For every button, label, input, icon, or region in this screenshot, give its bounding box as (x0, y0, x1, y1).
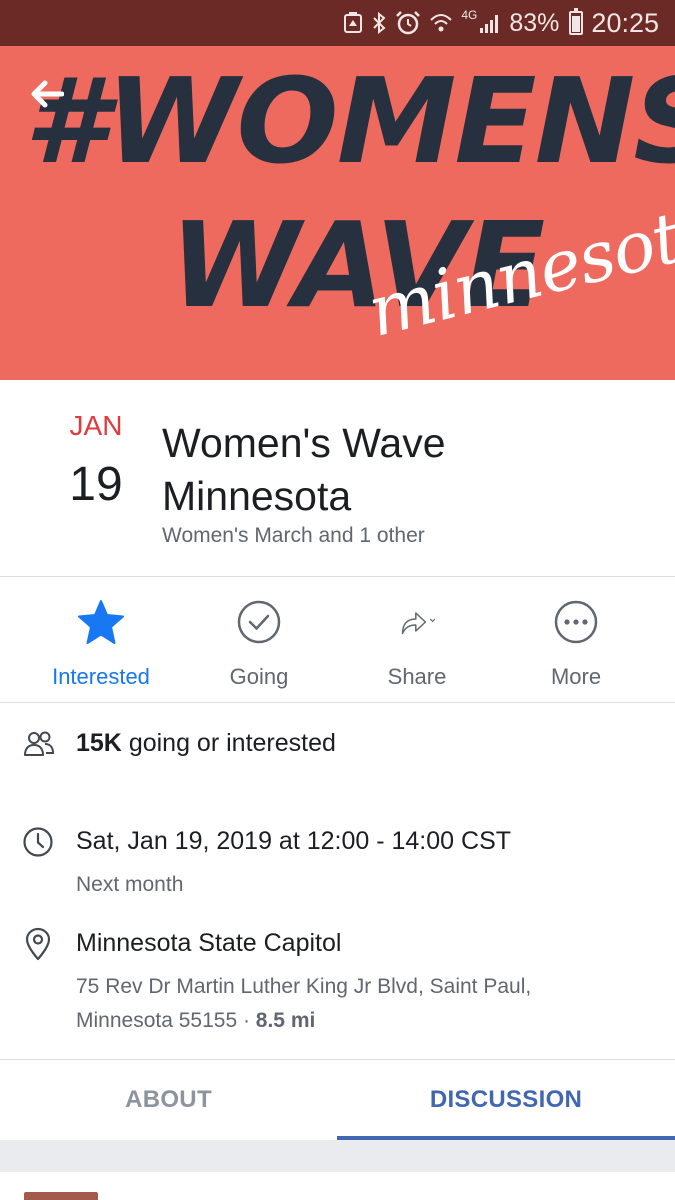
status-bar: 4G 83% 20:25 (0, 0, 675, 46)
people-icon (22, 727, 56, 761)
event-action-bar: Interested Going Share More (0, 578, 675, 702)
more-dots-icon (552, 598, 600, 646)
location-address-line2: Minnesota 55155 · 8.5 mi (76, 1004, 315, 1038)
tab-discussion[interactable]: DISCUSSION (337, 1060, 675, 1140)
location-address-text: Minnesota 55155 · (76, 1009, 256, 1032)
recycle-icon (343, 12, 363, 34)
more-button[interactable]: More (496, 578, 656, 702)
event-tabs: ABOUT DISCUSSION (0, 1060, 675, 1140)
interested-label: Interested (52, 664, 150, 689)
network-type-label: 4G (461, 8, 478, 22)
status-icons: 4G 83% 20:25 (343, 0, 659, 46)
location-name[interactable]: Minnesota State Capitol (76, 929, 341, 958)
signal-icon (479, 12, 501, 34)
share-button[interactable]: Share (337, 578, 497, 702)
discussion-post-card (0, 1172, 675, 1200)
back-arrow-icon (31, 80, 64, 108)
cover-headline-line1: #WOMENS (24, 52, 675, 190)
wifi-icon (429, 12, 453, 34)
going-label: Going (229, 664, 289, 689)
event-time-relative: Next month (76, 873, 184, 896)
battery-icon (569, 8, 584, 35)
back-button[interactable] (30, 74, 78, 114)
location-distance: 8.5 mi (255, 1009, 316, 1032)
interested-button[interactable]: Interested (21, 578, 181, 702)
tab-about[interactable]: ABOUT (0, 1060, 337, 1140)
event-cover-image[interactable]: #WOMENS WAVE minnesota (0, 46, 675, 380)
attendance-text: going or interested (121, 729, 336, 757)
clock-time: 20:25 (591, 7, 659, 38)
event-header: JAN 19 Women's Wave Minnesota Women's Ma… (0, 380, 675, 577)
alarm-icon (395, 10, 421, 36)
check-circle-icon (235, 598, 283, 646)
event-date-day: 19 (69, 458, 123, 511)
attendance-count: 15K (76, 729, 122, 757)
event-date-month: JAN (69, 410, 123, 441)
battery-percent: 83% (509, 8, 560, 37)
more-label: More (550, 664, 602, 689)
divider (0, 576, 675, 577)
event-time[interactable]: Sat, Jan 19, 2019 at 12:00 - 14:00 CST (76, 827, 511, 856)
bluetooth-icon (371, 11, 387, 35)
location-address-line1: 75 Rev Dr Martin Luther King Jr Blvd, Sa… (76, 975, 532, 998)
avatar[interactable] (24, 1192, 98, 1200)
divider (0, 702, 675, 703)
share-label: Share (387, 664, 447, 689)
share-arrow-icon (393, 598, 441, 646)
clock-icon (21, 825, 55, 859)
attendance-summary[interactable]: 15K going or interested (76, 729, 336, 758)
event-title: Women's Wave Minnesota (162, 420, 446, 519)
star-icon (77, 598, 125, 646)
event-host-link[interactable]: Women's March and 1 other (162, 524, 425, 548)
going-button[interactable]: Going (179, 578, 339, 702)
location-pin-icon (21, 927, 55, 961)
